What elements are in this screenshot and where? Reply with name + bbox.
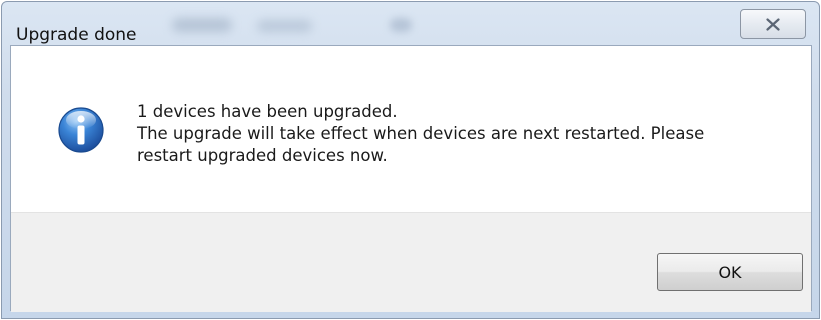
close-button[interactable] [740,9,806,39]
dialog-body: 1 devices have been upgraded. The upgrad… [10,45,812,312]
message-area: 1 devices have been upgraded. The upgrad… [11,46,811,212]
info-icon [57,106,105,154]
button-bar: OK [11,212,811,312]
close-icon [766,17,780,31]
message-text: 1 devices have been upgraded. The upgrad… [137,101,797,167]
blurred-background-text [257,20,312,32]
dialog-title: Upgrade done [16,25,137,45]
message-line: The upgrade will take effect when device… [137,124,705,143]
blurred-background-text [172,18,232,32]
dialog-window: Upgrade done 1 devices have been upgrade… [1,1,820,319]
blurred-background-text [390,18,412,32]
ok-button[interactable]: OK [657,253,803,291]
message-line: restart upgraded devices now. [137,146,388,165]
message-line: 1 devices have been upgraded. [137,102,398,121]
